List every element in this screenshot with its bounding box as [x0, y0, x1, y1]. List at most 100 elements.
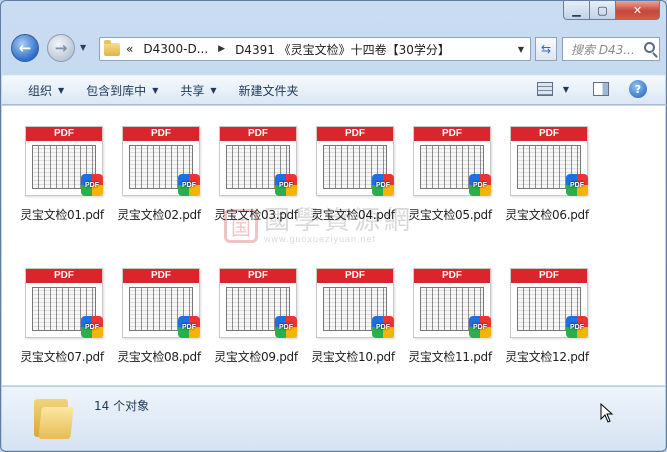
file-item[interactable]: PDF PDF 灵宝文检12.pdf: [499, 268, 595, 365]
details-pane: 14 个对象: [2, 387, 665, 450]
pdf-app-icon: PDF: [81, 174, 103, 196]
breadcrumb-parent[interactable]: D4300-D...: [143, 42, 208, 56]
pdf-band: PDF: [414, 269, 490, 283]
file-item[interactable]: PDF PDF 灵宝文检04.pdf: [305, 126, 401, 223]
file-item[interactable]: PDF PDF 灵宝文检03.pdf: [208, 126, 304, 223]
pdf-band: PDF: [317, 269, 393, 283]
include-library-label: 包含到库中: [86, 83, 147, 98]
file-name: 灵宝文检10.pdf: [311, 350, 395, 364]
pdf-band: PDF: [220, 269, 296, 283]
pdf-thumbnail: PDF PDF: [215, 268, 297, 340]
minimize-button[interactable]: ▁: [563, 1, 590, 20]
pdf-app-icon: PDF: [469, 316, 491, 338]
pdf-thumbnail: PDF PDF: [215, 126, 297, 198]
chevron-down-icon: ▼: [58, 85, 65, 95]
organize-label: 组织: [28, 83, 53, 98]
recent-pages-dropdown[interactable]: ▼: [80, 43, 86, 52]
pdf-app-icon: PDF: [275, 174, 297, 196]
pdf-band: PDF: [317, 127, 393, 141]
command-bar: 组织 ▼ 包含到库中 ▼ 共享 ▼ 新建文件夹 ▼ ?: [2, 75, 665, 105]
file-item[interactable]: PDF PDF 灵宝文检06.pdf: [499, 126, 595, 223]
include-in-library-menu[interactable]: 包含到库中 ▼: [86, 82, 158, 99]
pdf-app-icon: PDF: [275, 316, 297, 338]
view-options-dropdown-icon[interactable]: ▼: [563, 85, 569, 94]
chevron-down-icon: ▼: [152, 85, 159, 95]
pdf-thumbnail: PDF PDF: [118, 126, 200, 198]
new-folder-label: 新建文件夹: [238, 83, 299, 98]
file-item[interactable]: PDF PDF 灵宝文检10.pdf: [305, 268, 401, 365]
pdf-app-icon: PDF: [566, 316, 588, 338]
search-icon: [644, 42, 655, 53]
file-list[interactable]: 国 國學資源網 www.guoxueziyuan.net PDF PDF 灵宝文检0…: [2, 106, 665, 386]
address-bar[interactable]: « D4300-D... ▶ D4391 《灵宝文检》十四卷【30学分】 ▼: [99, 37, 531, 61]
explorer-window: ▁ ▢ ✕ ← → ▼ « D4300-D... ▶ D4391 《灵宝文检》十…: [0, 0, 667, 452]
breadcrumb-overflow[interactable]: «: [126, 42, 133, 56]
file-item[interactable]: PDF PDF 灵宝文检05.pdf: [402, 126, 498, 223]
pdf-band: PDF: [220, 127, 296, 141]
file-item[interactable]: PDF PDF 灵宝文检07.pdf: [14, 268, 110, 365]
preview-pane-icon[interactable]: [593, 82, 609, 96]
pdf-band: PDF: [414, 127, 490, 141]
file-name: 灵宝文检04.pdf: [311, 208, 395, 222]
pdf-app-icon: PDF: [81, 316, 103, 338]
mouse-cursor-icon: [600, 402, 614, 426]
forward-button[interactable]: →: [47, 34, 75, 62]
file-name: 灵宝文检01.pdf: [20, 208, 104, 222]
close-button[interactable]: ✕: [616, 1, 660, 20]
toolbar-right: ▼ ?: [536, 80, 647, 98]
pdf-band: PDF: [123, 269, 199, 283]
pdf-app-icon: PDF: [178, 174, 200, 196]
help-icon[interactable]: ?: [629, 80, 647, 98]
search-input[interactable]: 搜索 D43...: [562, 37, 660, 61]
navigation-bar: ← → ▼ « D4300-D... ▶ D4391 《灵宝文检》十四卷【30学…: [9, 31, 660, 65]
pdf-thumbnail: PDF PDF: [409, 268, 491, 340]
change-view-icon[interactable]: [536, 82, 553, 96]
pdf-band: PDF: [26, 127, 102, 141]
pdf-thumbnail: PDF PDF: [506, 268, 588, 340]
pdf-app-icon: PDF: [566, 174, 588, 196]
pdf-app-icon: PDF: [469, 174, 491, 196]
file-name: 灵宝文检12.pdf: [505, 350, 589, 364]
new-folder-button[interactable]: 新建文件夹: [239, 82, 299, 99]
pdf-band: PDF: [511, 269, 587, 283]
file-name: 灵宝文检11.pdf: [408, 350, 492, 364]
folder-icon: [104, 39, 120, 56]
maximize-button[interactable]: ▢: [590, 1, 616, 20]
item-count: 14 个对象: [94, 399, 150, 413]
file-name: 灵宝文检07.pdf: [20, 350, 104, 364]
pdf-thumbnail: PDF PDF: [312, 126, 394, 198]
refresh-icon: ⇆: [540, 42, 552, 56]
share-menu[interactable]: 共享 ▼: [180, 82, 216, 99]
chevron-down-icon: ▼: [210, 85, 217, 95]
file-item[interactable]: PDF PDF 灵宝文检09.pdf: [208, 268, 304, 365]
file-name: 灵宝文检06.pdf: [505, 208, 589, 222]
pdf-thumbnail: PDF PDF: [506, 126, 588, 198]
pdf-app-icon: PDF: [372, 316, 394, 338]
forward-arrow-icon: →: [54, 39, 68, 57]
breadcrumb-chevron-icon[interactable]: ▶: [218, 44, 225, 54]
pdf-thumbnail: PDF PDF: [21, 126, 103, 198]
file-name: 灵宝文检05.pdf: [408, 208, 492, 222]
pdf-band: PDF: [511, 127, 587, 141]
search-placeholder: 搜索 D43...: [571, 42, 635, 57]
file-item[interactable]: PDF PDF 灵宝文检01.pdf: [14, 126, 110, 223]
file-name: 灵宝文检08.pdf: [117, 350, 201, 364]
folder-large-icon: [32, 395, 74, 439]
file-name: 灵宝文检03.pdf: [214, 208, 298, 222]
pdf-band: PDF: [123, 127, 199, 141]
pdf-app-icon: PDF: [178, 316, 200, 338]
file-item[interactable]: PDF PDF 灵宝文检02.pdf: [111, 126, 207, 223]
pdf-app-icon: PDF: [372, 174, 394, 196]
pdf-thumbnail: PDF PDF: [21, 268, 103, 340]
pdf-band: PDF: [26, 269, 102, 283]
pdf-thumbnail: PDF PDF: [409, 126, 491, 198]
file-name: 灵宝文检09.pdf: [214, 350, 298, 364]
address-dropdown-icon[interactable]: ▼: [518, 45, 524, 54]
organize-menu[interactable]: 组织 ▼: [28, 82, 64, 99]
back-button[interactable]: ←: [11, 34, 39, 62]
refresh-button[interactable]: ⇆: [535, 37, 557, 61]
breadcrumb-current[interactable]: D4391 《灵宝文检》十四卷【30学分】: [235, 41, 450, 58]
file-item[interactable]: PDF PDF 灵宝文检11.pdf: [402, 268, 498, 365]
file-item[interactable]: PDF PDF 灵宝文检08.pdf: [111, 268, 207, 365]
share-label: 共享: [180, 83, 205, 98]
